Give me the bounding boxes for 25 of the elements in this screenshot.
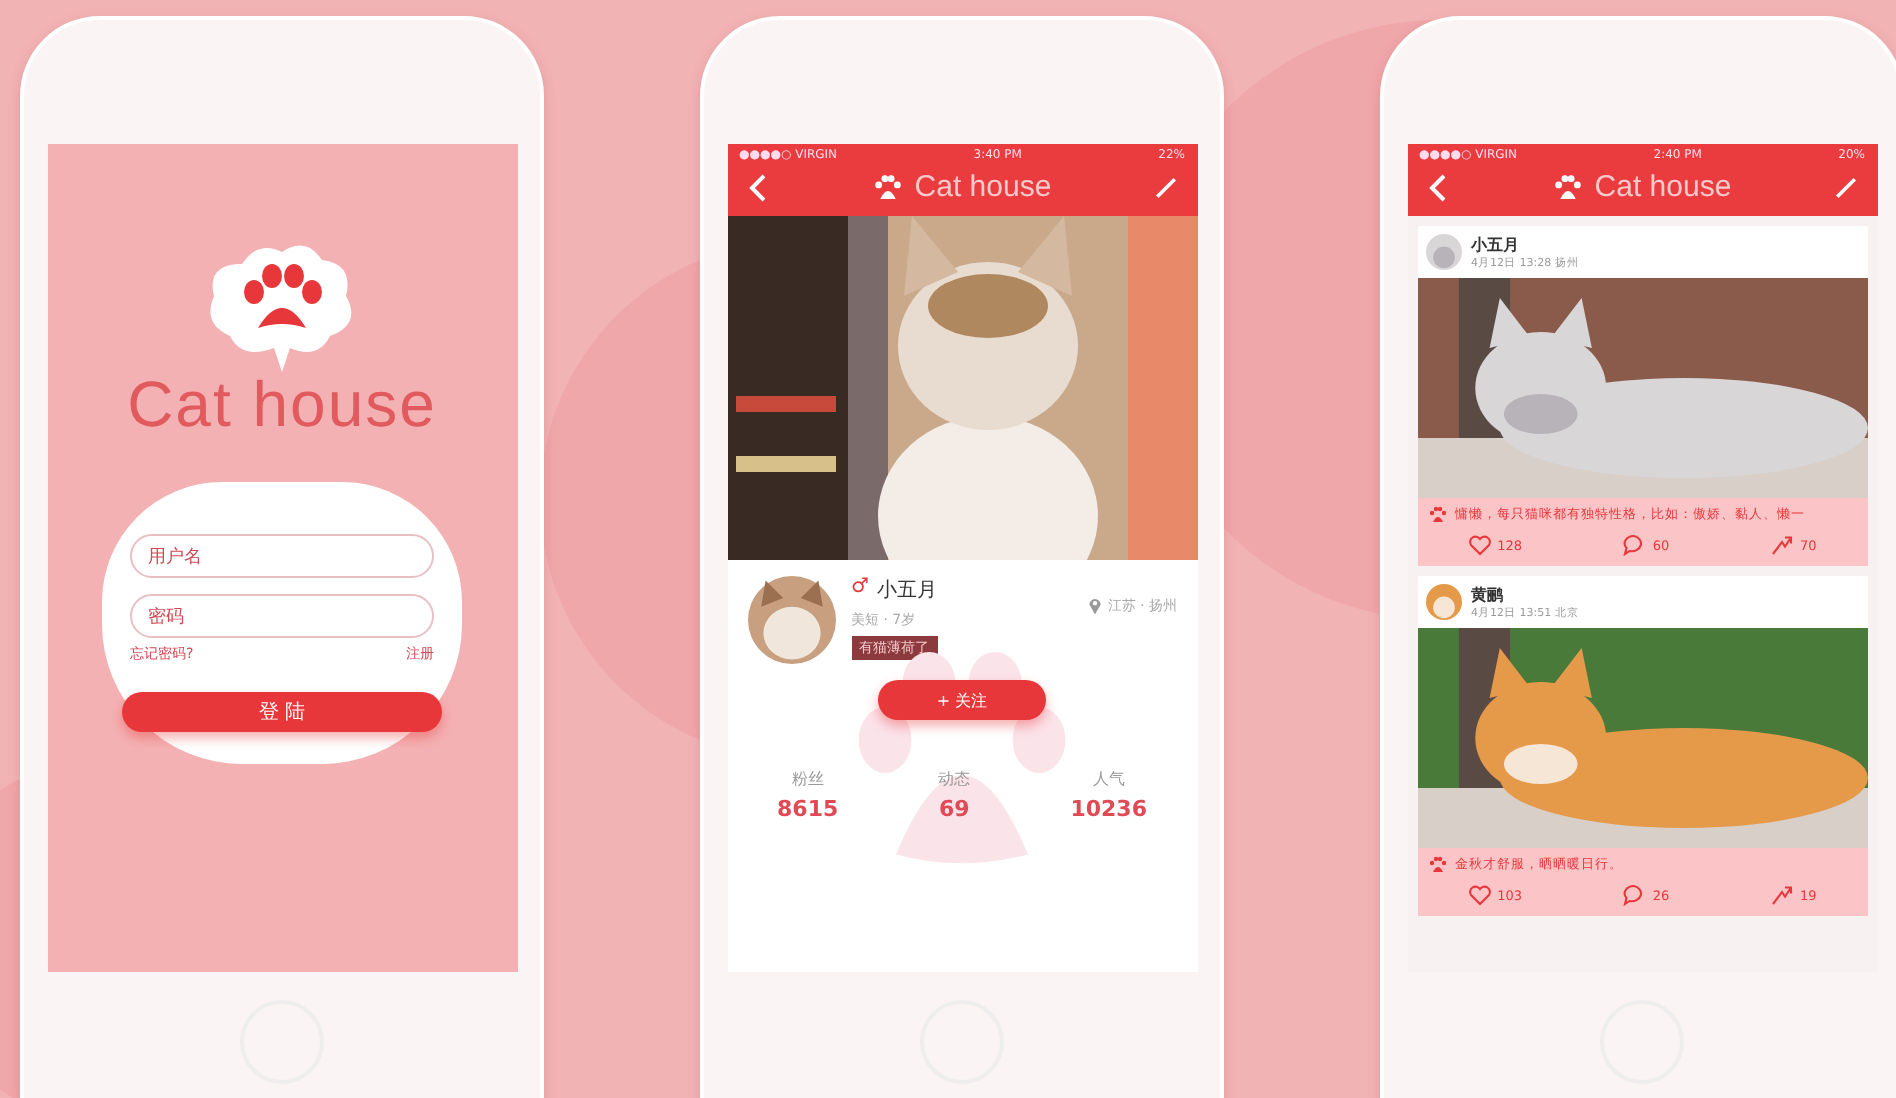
- paw-icon: [872, 173, 905, 201]
- stat-value: 69: [939, 796, 970, 822]
- password-field[interactable]: 密码: [130, 594, 434, 638]
- stat-label: 粉丝: [791, 768, 824, 790]
- gender-icon: ♂: [851, 576, 869, 604]
- app-title: Cat house: [1594, 170, 1732, 204]
- follow-button[interactable]: + 关注: [878, 680, 1046, 720]
- username-field[interactable]: 用户名: [130, 534, 434, 578]
- stat-value: 8615: [777, 796, 839, 822]
- stat-value: 10236: [1070, 796, 1147, 822]
- location-pin-icon: [1087, 596, 1102, 616]
- paw-icon: [1552, 173, 1585, 201]
- avatar: [1425, 234, 1461, 270]
- stat-label: 动态: [938, 768, 971, 790]
- author-name: 小五月: [1471, 234, 1521, 256]
- app-title: Cat house: [914, 170, 1052, 204]
- cat-name: 小五月: [876, 577, 937, 604]
- avatar: [747, 576, 835, 664]
- logo-text: Cat house: [127, 368, 437, 442]
- login-button[interactable]: 登 陆: [122, 692, 442, 732]
- avatar: [1425, 584, 1461, 620]
- stat-label: 人气: [1092, 768, 1125, 790]
- author-name: 黄鹂: [1471, 584, 1505, 606]
- paw-icon: [1427, 856, 1447, 874]
- paw-icon: [1427, 506, 1447, 524]
